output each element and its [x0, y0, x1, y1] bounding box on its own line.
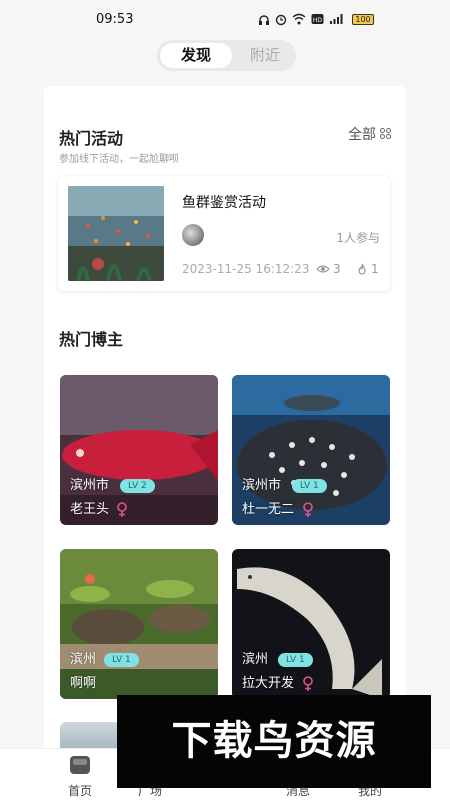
top-tab-switch: 发现 附近 [157, 40, 296, 71]
blogger-name: 老王头 [70, 502, 110, 517]
blogger-name: 拉大开发 [242, 676, 295, 691]
female-icon [303, 676, 313, 691]
blogger-card[interactable]: 滨州市 LV 2 老王头 [60, 375, 218, 525]
svg-text:HD: HD [313, 17, 323, 24]
tab-home-label: 首页 [67, 784, 92, 798]
watermark-banner: 下载鸟资源 [117, 695, 431, 788]
level-badge: LV 1 [278, 653, 313, 667]
all-activities-link[interactable]: 全部 [348, 124, 392, 144]
activity-datetime: 2023-11-25 16:12:23 [182, 262, 310, 276]
blogger-city: 滨州市 [70, 478, 110, 493]
tab-nearby[interactable]: 附近 [237, 43, 293, 68]
hd-icon: HD [311, 14, 324, 24]
status-bar: 09:53 HD 100 [0, 0, 450, 40]
like-count[interactable]: 1 [356, 262, 379, 276]
blogger-city: 滨州市 [242, 478, 282, 493]
grid-icon [380, 128, 392, 140]
activity-card[interactable]: 鱼群鉴赏活动 1人参与 2023-11-25 16:12:23 3 1 [58, 176, 390, 291]
home-icon [70, 756, 90, 774]
hot-bloggers-title: 热门博主 [59, 330, 124, 349]
wifi-icon [292, 13, 306, 25]
blogger-name: 啊啊 [70, 676, 97, 691]
participant-count: 1人参与 [336, 231, 380, 245]
hot-activities-subtitle: 参加线下活动，一起尬聊呗 [59, 154, 179, 165]
blogger-card[interactable]: 滨州 LV 1 拉大开发 [232, 549, 390, 699]
blogger-city: 滨州 [70, 652, 97, 667]
eye-icon [316, 265, 330, 273]
flame-icon [358, 263, 366, 275]
activity-thumbnail [68, 186, 164, 281]
view-count-value: 3 [333, 262, 341, 276]
alarm-icon [275, 14, 287, 26]
female-icon [303, 502, 313, 517]
blogger-card[interactable]: 滨州市 LV 1 杜一无二 [232, 375, 390, 525]
blogger-city: 滨州 [242, 652, 269, 667]
status-time: 09:53 [96, 12, 134, 27]
tab-home[interactable]: 首页 [50, 755, 110, 799]
battery-indicator: 100 [352, 14, 374, 25]
like-count-value: 1 [371, 262, 379, 276]
hot-activities-title: 热门活动 [59, 129, 124, 148]
view-count: 3 [316, 262, 341, 276]
tab-discover[interactable]: 发现 [160, 43, 232, 68]
level-badge: LV 1 [292, 479, 327, 493]
activity-title: 鱼群鉴赏活动 [182, 195, 266, 211]
level-badge: LV 2 [120, 479, 155, 493]
blogger-name: 杜一无二 [242, 502, 295, 517]
headphones-icon [259, 15, 269, 25]
blogger-card[interactable]: 滨州 LV 1 啊啊 [60, 549, 218, 699]
all-activities-label: 全部 [348, 127, 376, 143]
signal-icon [330, 14, 343, 24]
female-icon [117, 502, 127, 517]
level-badge: LV 1 [104, 653, 139, 667]
avatar[interactable] [182, 224, 204, 246]
